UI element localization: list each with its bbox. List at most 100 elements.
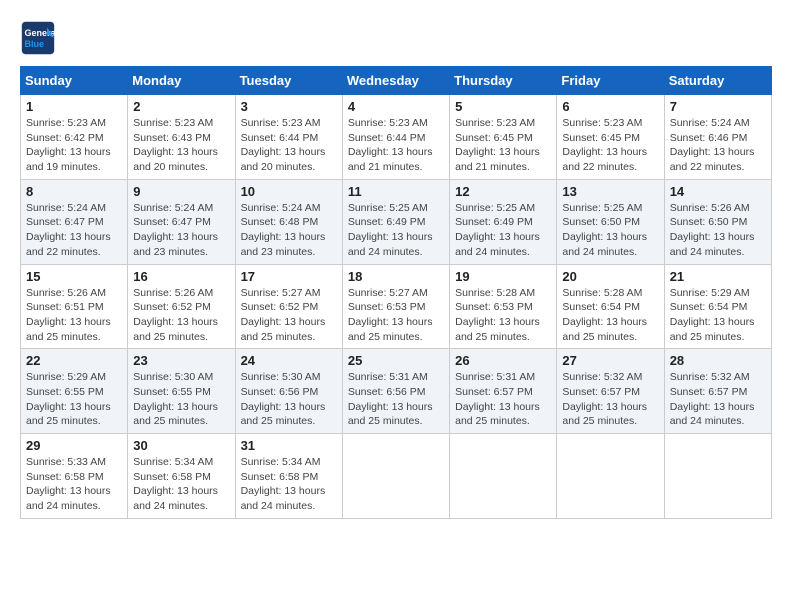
calendar-cell <box>557 434 664 519</box>
day-number: 25 <box>348 353 444 368</box>
calendar-cell: 19 Sunrise: 5:28 AM Sunset: 6:53 PM Dayli… <box>450 264 557 349</box>
day-number: 24 <box>241 353 337 368</box>
day-info: Sunrise: 5:32 AM Sunset: 6:57 PM Dayligh… <box>670 370 766 429</box>
calendar-week-row: 29 Sunrise: 5:33 AM Sunset: 6:58 PM Dayli… <box>21 434 772 519</box>
day-number: 31 <box>241 438 337 453</box>
weekday-header-friday: Friday <box>557 67 664 95</box>
calendar-cell: 3 Sunrise: 5:23 AM Sunset: 6:44 PM Daylig… <box>235 95 342 180</box>
day-info: Sunrise: 5:29 AM Sunset: 6:55 PM Dayligh… <box>26 370 122 429</box>
day-number: 11 <box>348 184 444 199</box>
logo: General Blue <box>20 20 60 56</box>
logo-icon: General Blue <box>20 20 56 56</box>
calendar-cell: 14 Sunrise: 5:26 AM Sunset: 6:50 PM Dayli… <box>664 179 771 264</box>
day-number: 9 <box>133 184 229 199</box>
calendar-cell: 6 Sunrise: 5:23 AM Sunset: 6:45 PM Daylig… <box>557 95 664 180</box>
weekday-header-sunday: Sunday <box>21 67 128 95</box>
day-number: 30 <box>133 438 229 453</box>
calendar-week-row: 1 Sunrise: 5:23 AM Sunset: 6:42 PM Daylig… <box>21 95 772 180</box>
day-info: Sunrise: 5:30 AM Sunset: 6:56 PM Dayligh… <box>241 370 337 429</box>
day-number: 4 <box>348 99 444 114</box>
day-info: Sunrise: 5:25 AM Sunset: 6:49 PM Dayligh… <box>348 201 444 260</box>
weekday-header-tuesday: Tuesday <box>235 67 342 95</box>
page-header: General Blue <box>20 20 772 56</box>
calendar-cell <box>664 434 771 519</box>
svg-text:Blue: Blue <box>25 39 45 49</box>
calendar-cell: 25 Sunrise: 5:31 AM Sunset: 6:56 PM Dayli… <box>342 349 449 434</box>
day-number: 5 <box>455 99 551 114</box>
day-info: Sunrise: 5:25 AM Sunset: 6:50 PM Dayligh… <box>562 201 658 260</box>
day-number: 1 <box>26 99 122 114</box>
calendar-table: SundayMondayTuesdayWednesdayThursdayFrid… <box>20 66 772 519</box>
calendar-cell <box>342 434 449 519</box>
day-number: 27 <box>562 353 658 368</box>
day-number: 28 <box>670 353 766 368</box>
svg-text:General: General <box>25 28 57 38</box>
calendar-cell: 7Sunrise: 5:24 AM Sunset: 6:46 PM Daylig… <box>664 95 771 180</box>
day-info: Sunrise: 5:32 AM Sunset: 6:57 PM Dayligh… <box>562 370 658 429</box>
day-info: Sunrise: 5:33 AM Sunset: 6:58 PM Dayligh… <box>26 455 122 514</box>
day-number: 20 <box>562 269 658 284</box>
day-number: 23 <box>133 353 229 368</box>
calendar-cell: 4 Sunrise: 5:23 AM Sunset: 6:44 PM Daylig… <box>342 95 449 180</box>
calendar-cell: 17Sunrise: 5:27 AM Sunset: 6:52 PM Dayli… <box>235 264 342 349</box>
day-info: Sunrise: 5:34 AM Sunset: 6:58 PM Dayligh… <box>133 455 229 514</box>
calendar-cell <box>450 434 557 519</box>
day-info: Sunrise: 5:31 AM Sunset: 6:56 PM Dayligh… <box>348 370 444 429</box>
day-info: Sunrise: 5:24 AM Sunset: 6:47 PM Dayligh… <box>133 201 229 260</box>
calendar-cell: 23 Sunrise: 5:30 AM Sunset: 6:55 PM Dayli… <box>128 349 235 434</box>
calendar-cell: 16 Sunrise: 5:26 AM Sunset: 6:52 PM Dayli… <box>128 264 235 349</box>
day-info: Sunrise: 5:26 AM Sunset: 6:52 PM Dayligh… <box>133 286 229 345</box>
day-info: Sunrise: 5:23 AM Sunset: 6:43 PM Dayligh… <box>133 116 229 175</box>
calendar-cell: 11 Sunrise: 5:25 AM Sunset: 6:49 PM Dayli… <box>342 179 449 264</box>
day-info: Sunrise: 5:30 AM Sunset: 6:55 PM Dayligh… <box>133 370 229 429</box>
day-number: 10 <box>241 184 337 199</box>
day-info: Sunrise: 5:34 AM Sunset: 6:58 PM Dayligh… <box>241 455 337 514</box>
day-info: Sunrise: 5:23 AM Sunset: 6:42 PM Dayligh… <box>26 116 122 175</box>
calendar-cell: 18 Sunrise: 5:27 AM Sunset: 6:53 PM Dayli… <box>342 264 449 349</box>
day-number: 8 <box>26 184 122 199</box>
day-number: 26 <box>455 353 551 368</box>
day-info: Sunrise: 5:26 AM Sunset: 6:50 PM Dayligh… <box>670 201 766 260</box>
calendar-cell: 27 Sunrise: 5:32 AM Sunset: 6:57 PM Dayli… <box>557 349 664 434</box>
day-info: Sunrise: 5:28 AM Sunset: 6:53 PM Dayligh… <box>455 286 551 345</box>
calendar-cell: 8 Sunrise: 5:24 AM Sunset: 6:47 PM Daylig… <box>21 179 128 264</box>
day-number: 6 <box>562 99 658 114</box>
calendar-cell: 5 Sunrise: 5:23 AM Sunset: 6:45 PM Daylig… <box>450 95 557 180</box>
day-info: Sunrise: 5:26 AM Sunset: 6:51 PM Dayligh… <box>26 286 122 345</box>
day-number: 16 <box>133 269 229 284</box>
calendar-cell: 10 Sunrise: 5:24 AM Sunset: 6:48 PM Dayli… <box>235 179 342 264</box>
day-info: Sunrise: 5:24 AM Sunset: 6:48 PM Dayligh… <box>241 201 337 260</box>
calendar-cell: 9 Sunrise: 5:24 AM Sunset: 6:47 PM Daylig… <box>128 179 235 264</box>
day-number: 19 <box>455 269 551 284</box>
day-number: 12 <box>455 184 551 199</box>
day-number: 22 <box>26 353 122 368</box>
day-info: Sunrise: 5:25 AM Sunset: 6:49 PM Dayligh… <box>455 201 551 260</box>
calendar-cell: 1 Sunrise: 5:23 AM Sunset: 6:42 PM Daylig… <box>21 95 128 180</box>
day-number: 14 <box>670 184 766 199</box>
weekday-header-row: SundayMondayTuesdayWednesdayThursdayFrid… <box>21 67 772 95</box>
calendar-cell: 22 Sunrise: 5:29 AM Sunset: 6:55 PM Dayli… <box>21 349 128 434</box>
day-number: 2 <box>133 99 229 114</box>
day-number: 3 <box>241 99 337 114</box>
calendar-cell: 24 Sunrise: 5:30 AM Sunset: 6:56 PM Dayli… <box>235 349 342 434</box>
day-info: Sunrise: 5:23 AM Sunset: 6:45 PM Dayligh… <box>455 116 551 175</box>
calendar-week-row: 15 Sunrise: 5:26 AM Sunset: 6:51 PM Dayli… <box>21 264 772 349</box>
calendar-cell: 30 Sunrise: 5:34 AM Sunset: 6:58 PM Dayli… <box>128 434 235 519</box>
weekday-header-thursday: Thursday <box>450 67 557 95</box>
day-info: Sunrise: 5:23 AM Sunset: 6:44 PM Dayligh… <box>348 116 444 175</box>
day-info: Sunrise: 5:24 AM Sunset: 6:47 PM Dayligh… <box>26 201 122 260</box>
calendar-cell: 13 Sunrise: 5:25 AM Sunset: 6:50 PM Dayli… <box>557 179 664 264</box>
day-number: 15 <box>26 269 122 284</box>
day-info: Sunrise: 5:31 AM Sunset: 6:57 PM Dayligh… <box>455 370 551 429</box>
day-number: 18 <box>348 269 444 284</box>
day-number: 13 <box>562 184 658 199</box>
day-info: Sunrise: 5:23 AM Sunset: 6:45 PM Dayligh… <box>562 116 658 175</box>
day-number: 29 <box>26 438 122 453</box>
calendar-cell: 21Sunrise: 5:29 AM Sunset: 6:54 PM Dayli… <box>664 264 771 349</box>
calendar-cell: 12 Sunrise: 5:25 AM Sunset: 6:49 PM Dayli… <box>450 179 557 264</box>
weekday-header-saturday: Saturday <box>664 67 771 95</box>
calendar-week-row: 22 Sunrise: 5:29 AM Sunset: 6:55 PM Dayli… <box>21 349 772 434</box>
day-info: Sunrise: 5:27 AM Sunset: 6:53 PM Dayligh… <box>348 286 444 345</box>
day-info: Sunrise: 5:23 AM Sunset: 6:44 PM Dayligh… <box>241 116 337 175</box>
weekday-header-monday: Monday <box>128 67 235 95</box>
